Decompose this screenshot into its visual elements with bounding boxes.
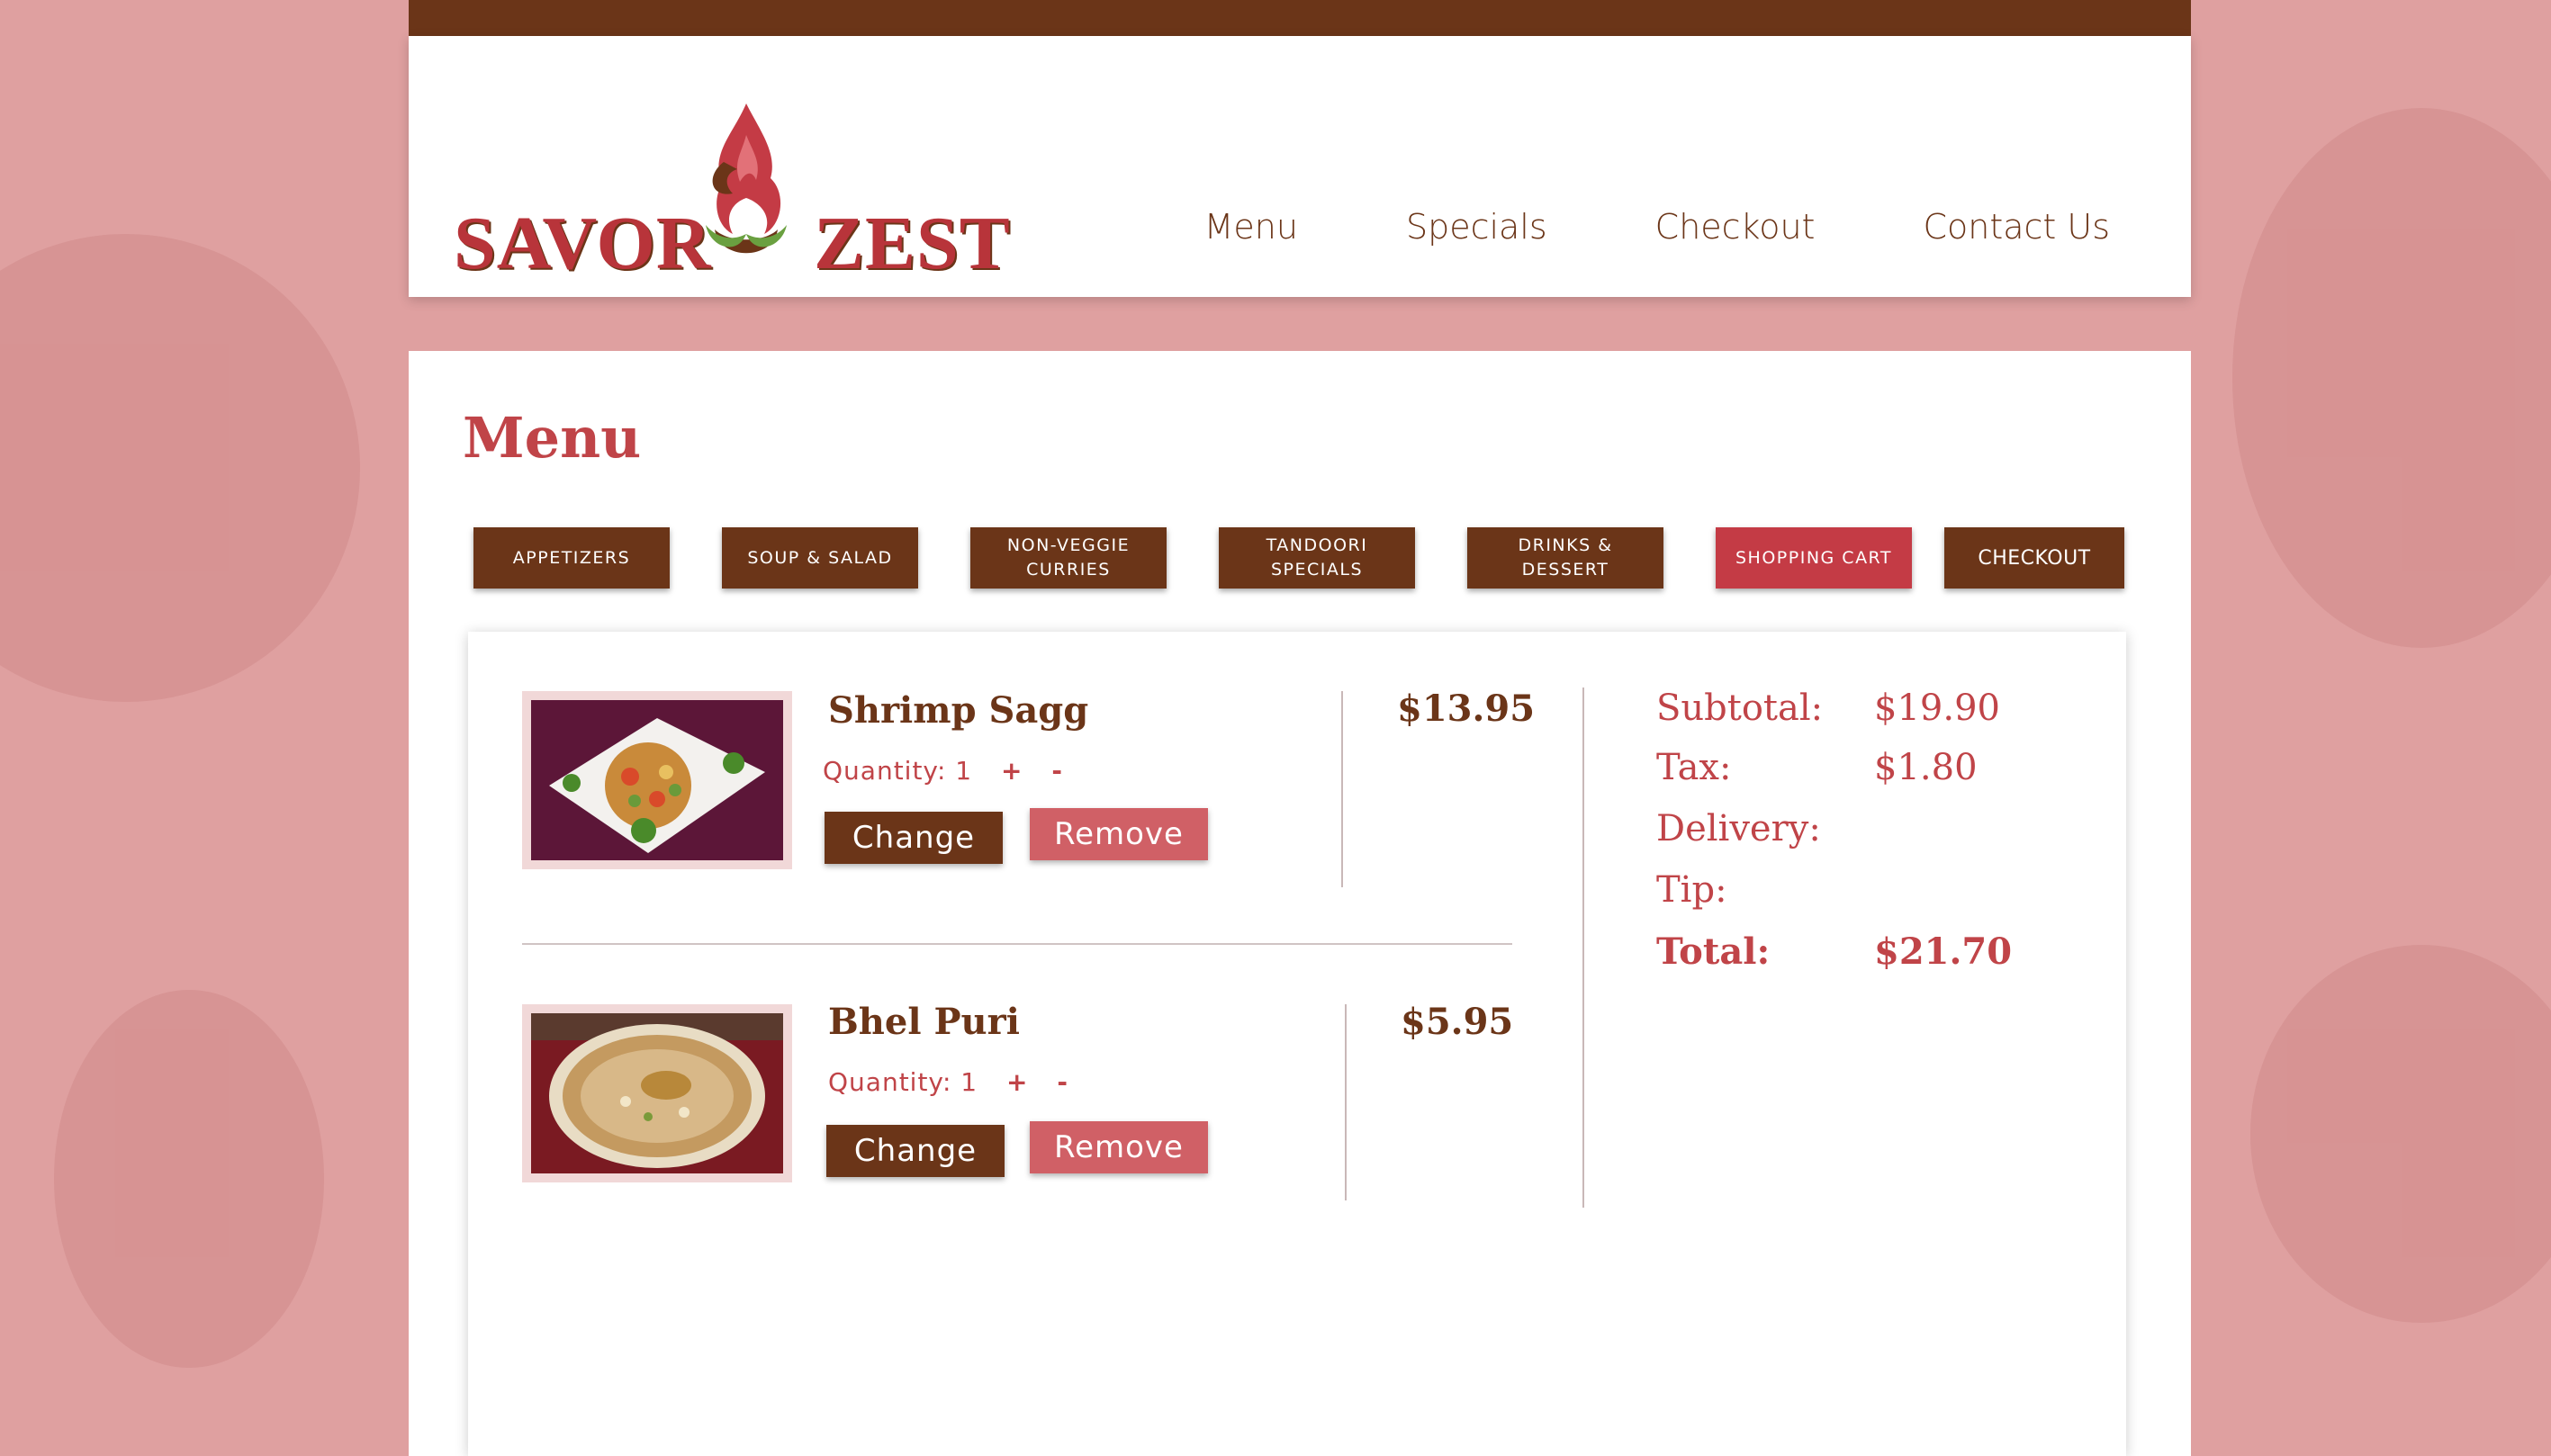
category-non-veggie-curries-button[interactable]: NON-VEGGIE CURRIES [970,527,1167,589]
summary-divider [1582,688,1584,1208]
cart-panel: Shrimp Sagg Quantity: 1 + - Change Remov… [468,632,2126,1456]
site-header: SAVOR ZEST Menu Specials Checkout Contac… [409,36,2191,297]
item-price: $5.95 [1401,1001,1514,1043]
change-button[interactable]: Change [825,812,1003,864]
item-name: Bhel Puri [828,1001,1020,1043]
top-bar [409,0,2191,36]
nav-specials[interactable]: Specials [1406,207,1547,247]
logo[interactable]: SAVOR ZEST [454,72,1010,297]
item-price: $13.95 [1397,688,1536,730]
tip-label: Tip: [1656,869,1727,911]
shopping-cart-button[interactable]: SHOPPING CART [1716,527,1912,589]
item-name: Shrimp Sagg [828,689,1089,732]
item-thumbnail [522,691,792,869]
food-image [531,700,783,860]
checkout-button[interactable]: CHECKOUT [1944,527,2124,589]
item-quantity: Quantity: 1 + - [823,756,1063,786]
shrimp-sagg-photo [531,700,783,860]
quantity-label: Quantity: 1 [823,756,973,786]
tax-value: $1.80 [1874,747,1978,788]
main-content: Menu APPETIZERS SOUP & SALAD NON-VEGGIE … [409,351,2191,1456]
nav-menu[interactable]: Menu [1204,207,1298,247]
subtotal-label: Subtotal: [1656,688,1824,729]
main-nav: Menu Specials Checkout Contact Us [1204,207,2110,247]
nav-checkout[interactable]: Checkout [1655,207,1816,247]
divider [522,943,1512,945]
remove-button[interactable]: Remove [1030,808,1208,860]
quantity-label: Quantity: 1 [828,1067,978,1097]
subtotal-value: $19.90 [1874,688,2000,729]
page-title: Menu [463,405,642,471]
background-texture [0,234,360,702]
category-appetizers-button[interactable]: APPETIZERS [473,527,670,589]
total-label: Total: [1656,930,1771,973]
category-soup-salad-button[interactable]: SOUP & SALAD [722,527,918,589]
logo-word-left: SAVOR [454,202,712,285]
logo-word-right: ZEST [814,202,1011,285]
tax-label: Tax: [1656,747,1732,788]
quantity-increment-button[interactable]: + [1006,1067,1028,1097]
background-texture [2250,945,2551,1323]
background-texture [2232,108,2551,648]
change-button[interactable]: Change [826,1125,1005,1177]
item-thumbnail [522,1004,792,1182]
quantity-decrement-button[interactable]: - [1057,1067,1068,1097]
background-texture [54,990,324,1368]
delivery-label: Delivery: [1656,808,1821,849]
divider [1341,691,1343,887]
category-tandoori-specials-button[interactable]: TANDOORI SPECIALS [1219,527,1415,589]
remove-button[interactable]: Remove [1030,1121,1208,1173]
total-value: $21.70 [1874,930,2013,973]
quantity-decrement-button[interactable]: - [1051,756,1063,786]
nav-contact-us[interactable]: Contact Us [1923,207,2110,247]
bhel-puri-photo [531,1013,783,1173]
food-image [531,1013,783,1173]
divider [1345,1004,1347,1200]
flame-ampersand-icon [706,103,787,254]
category-drinks-dessert-button[interactable]: DRINKS & DESSERT [1467,527,1663,589]
item-quantity: Quantity: 1 + - [828,1067,1068,1097]
quantity-increment-button[interactable]: + [1001,756,1023,786]
